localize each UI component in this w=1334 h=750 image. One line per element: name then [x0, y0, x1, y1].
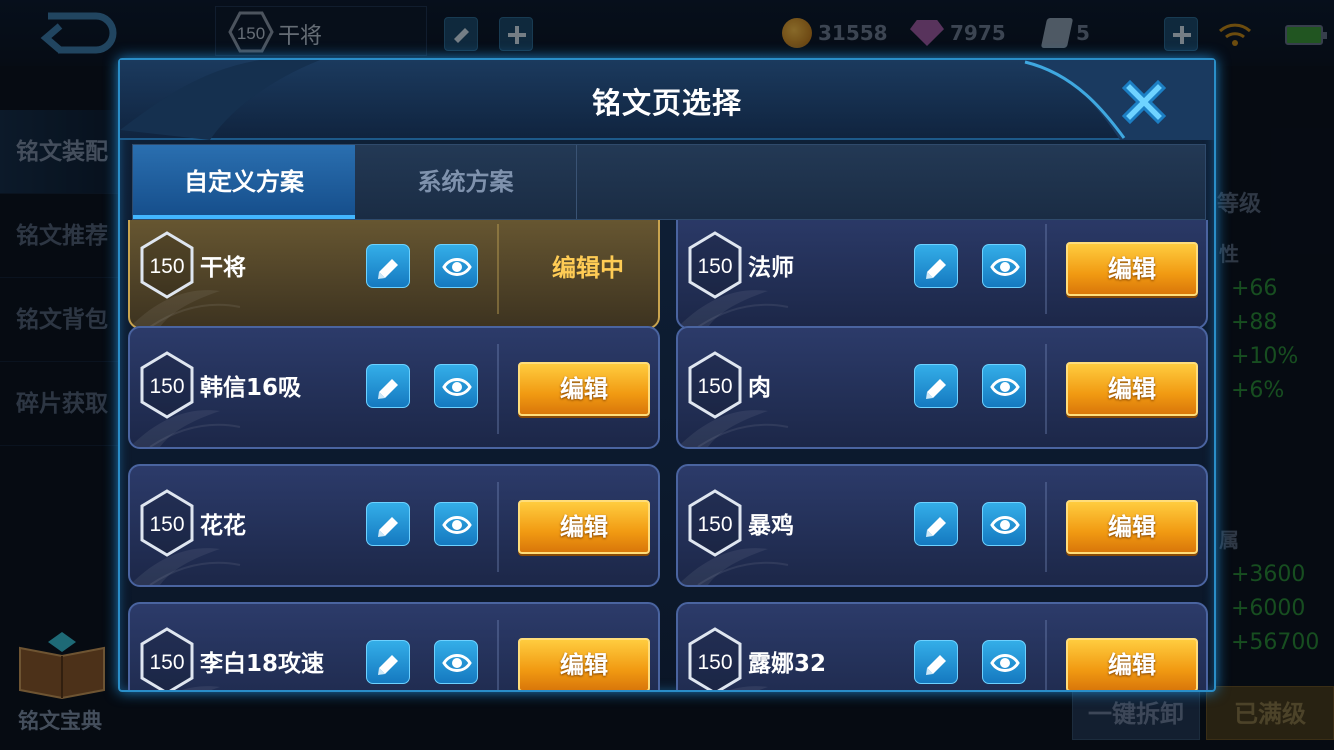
eye-icon: [442, 258, 472, 276]
rename-page-button[interactable]: [914, 640, 958, 684]
page-level: 150: [697, 255, 732, 278]
eye-icon: [990, 516, 1020, 534]
page-name: 花花: [200, 513, 246, 539]
card-divider: [1045, 224, 1047, 314]
card-divider: [497, 344, 499, 434]
level-hexagon-icon: 150: [140, 231, 194, 299]
level-hexagon-icon: 150: [688, 231, 742, 299]
page-level: 150: [697, 651, 732, 674]
level-hexagon-icon: 150: [140, 627, 194, 690]
tab-custom-plan[interactable]: 自定义方案: [133, 145, 355, 219]
level-hexagon-icon: 150: [140, 489, 194, 557]
dialog-header: 铭文页选择: [120, 60, 1214, 140]
card-divider: [1045, 620, 1047, 690]
rename-icon: [378, 517, 398, 537]
editing-status: 编辑中: [552, 254, 624, 282]
rename-icon: [926, 517, 946, 537]
page-name: 李白18攻速: [200, 651, 325, 677]
edit-page-button[interactable]: 编辑: [1066, 242, 1198, 296]
page-level: 150: [149, 375, 184, 398]
tab-system-plan[interactable]: 系统方案: [355, 145, 577, 219]
page-name: 法师: [748, 255, 794, 281]
rename-icon: [926, 655, 946, 675]
card-divider: [497, 482, 499, 572]
page-name: 暴鸡: [748, 513, 794, 539]
eye-icon: [442, 516, 472, 534]
rune-page-dialog: 铭文页选择 自定义方案 系统方案 150 干将 编辑中 150 法师 编辑 150 韩信16吸…: [118, 58, 1216, 692]
card-divider: [497, 620, 499, 690]
preview-page-button[interactable]: [434, 364, 478, 408]
page-name: 干将: [200, 255, 246, 281]
page-level: 150: [697, 375, 732, 398]
close-icon[interactable]: [1116, 74, 1172, 130]
card-divider: [1045, 482, 1047, 572]
rune-page-list[interactable]: 150 干将 编辑中 150 法师 编辑 150 韩信16吸 编辑 150 肉编辑 150 花花 编辑 15…: [120, 220, 1214, 690]
level-hexagon-icon: 150: [688, 489, 742, 557]
tab-bar: 自定义方案 系统方案: [132, 144, 1206, 220]
level-hexagon-icon: 150: [688, 627, 742, 690]
rune-page-card[interactable]: 150 花花 编辑: [128, 464, 660, 587]
page-name: 韩信16吸: [200, 375, 302, 401]
rune-page-card[interactable]: 150 法师 编辑: [676, 220, 1208, 329]
rename-page-button[interactable]: [366, 244, 410, 288]
preview-page-button[interactable]: [982, 364, 1026, 408]
rename-page-button[interactable]: [366, 640, 410, 684]
page-level: 150: [149, 513, 184, 536]
rename-page-button[interactable]: [914, 502, 958, 546]
preview-page-button[interactable]: [982, 244, 1026, 288]
preview-page-button[interactable]: [982, 502, 1026, 546]
page-level: 150: [149, 651, 184, 674]
page-name: 肉: [748, 375, 771, 401]
rune-page-card[interactable]: 150 李白18攻速 编辑: [128, 602, 660, 690]
preview-page-button[interactable]: [434, 244, 478, 288]
page-level: 150: [697, 513, 732, 536]
preview-page-button[interactable]: [434, 640, 478, 684]
rune-page-card[interactable]: 150 露娜32 编辑: [676, 602, 1208, 690]
eye-icon: [990, 654, 1020, 672]
rune-page-card[interactable]: 150 韩信16吸 编辑: [128, 326, 660, 449]
edit-page-button[interactable]: 编辑: [518, 500, 650, 554]
rename-icon: [378, 259, 398, 279]
card-divider: [497, 224, 499, 314]
eye-icon: [990, 378, 1020, 396]
edit-page-button[interactable]: 编辑: [518, 362, 650, 416]
level-hexagon-icon: 150: [688, 351, 742, 419]
preview-page-button[interactable]: [434, 502, 478, 546]
dialog-title: 铭文页选择: [591, 86, 742, 120]
page-name: 露娜32: [748, 651, 827, 677]
edit-page-button[interactable]: 编辑: [1066, 362, 1198, 416]
rename-icon: [926, 379, 946, 399]
eye-icon: [442, 378, 472, 396]
page-level: 150: [149, 255, 184, 278]
edit-page-button[interactable]: 编辑: [1066, 500, 1198, 554]
rename-page-button[interactable]: [914, 244, 958, 288]
rename-page-button[interactable]: [914, 364, 958, 408]
eye-icon: [990, 258, 1020, 276]
rename-icon: [378, 379, 398, 399]
card-divider: [1045, 344, 1047, 434]
rune-page-card[interactable]: 150 暴鸡 编辑: [676, 464, 1208, 587]
rename-icon: [378, 655, 398, 675]
edit-page-button[interactable]: 编辑: [518, 638, 650, 690]
rename-page-button[interactable]: [366, 502, 410, 546]
eye-icon: [442, 654, 472, 672]
edit-page-button[interactable]: 编辑: [1066, 638, 1198, 690]
rename-page-button[interactable]: [366, 364, 410, 408]
rune-page-card[interactable]: 150 肉 编辑: [676, 326, 1208, 449]
rune-page-card[interactable]: 150 干将 编辑中: [128, 220, 660, 329]
preview-page-button[interactable]: [982, 640, 1026, 684]
rename-icon: [926, 259, 946, 279]
level-hexagon-icon: 150: [140, 351, 194, 419]
